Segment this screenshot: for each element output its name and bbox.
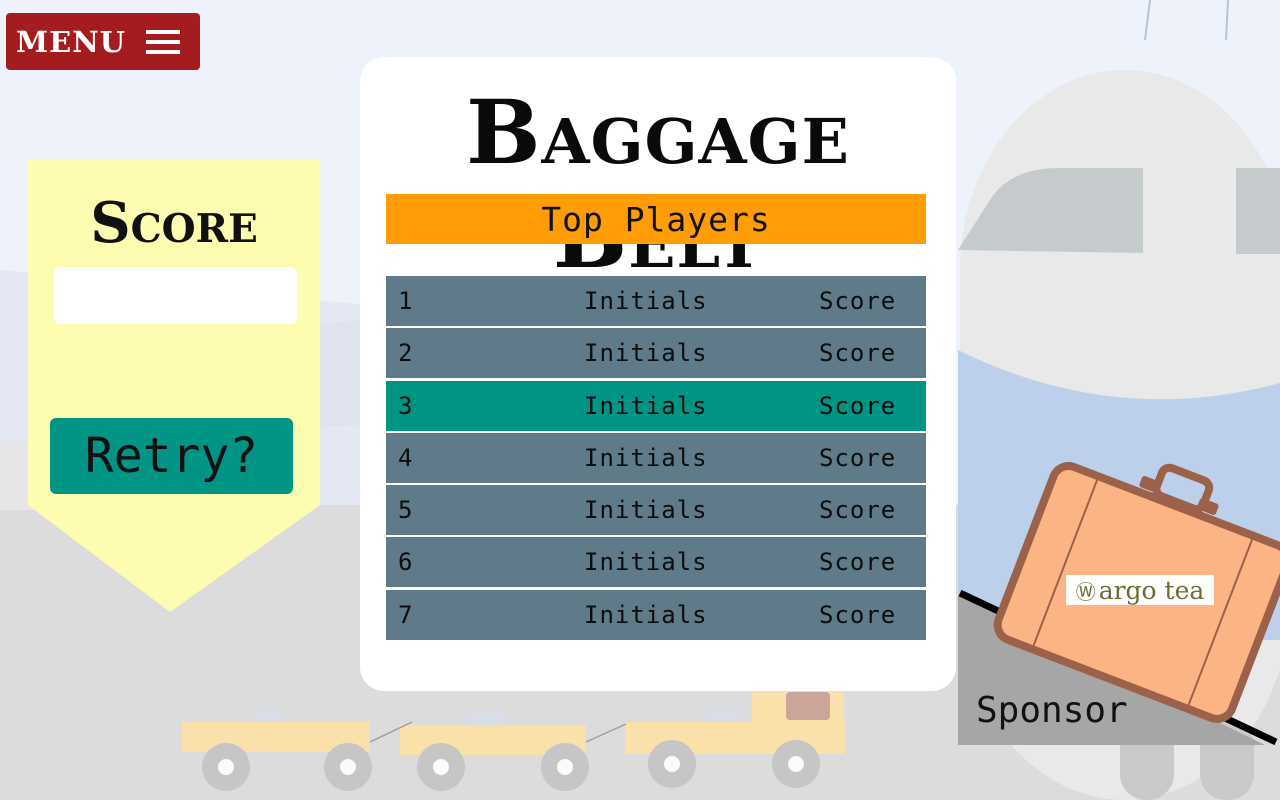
score-cell: Score xyxy=(819,339,897,368)
sponsor-label: Sponsor xyxy=(976,690,1128,731)
score-value-box xyxy=(54,267,297,324)
score-cell: Score xyxy=(819,496,897,525)
initials-cell: Initials xyxy=(584,339,708,368)
rank-cell: 3 xyxy=(398,391,413,420)
rank-cell: 1 xyxy=(398,287,413,315)
rank-cell: 2 xyxy=(398,339,413,368)
rank-cell: 5 xyxy=(398,496,413,525)
retry-button[interactable]: Retry? xyxy=(50,418,293,494)
sponsor-logo[interactable]: Ⓦ argo tea xyxy=(1066,575,1214,605)
score-title: Score xyxy=(90,190,258,256)
leaderboard-table: 1 Initials Score 2 Initials Score 3 Init… xyxy=(386,276,926,642)
score-cell: Score xyxy=(819,600,897,629)
score-cell: Score xyxy=(819,391,897,420)
leaderboard-row-2[interactable]: 2 Initials Score xyxy=(386,328,926,379)
top-players-header: Top Players xyxy=(386,194,926,244)
menu-label: MENU xyxy=(16,24,127,59)
initials-cell: Initials xyxy=(584,600,708,629)
initials-cell: Initials xyxy=(584,391,708,420)
rank-cell: 4 xyxy=(398,443,413,472)
menu-button[interactable]: MENU xyxy=(6,13,200,70)
rank-cell: 6 xyxy=(398,548,413,577)
score-cell: Score xyxy=(819,443,897,472)
leaderboard-row-4[interactable]: 4 Initials Score xyxy=(386,432,926,483)
initials-cell: Initials xyxy=(584,443,708,472)
leaderboard-row-3[interactable]: 3 Initials Score xyxy=(386,380,926,431)
hamburger-icon xyxy=(146,29,181,54)
initials-cell: Initials xyxy=(584,496,708,525)
rank-cell: 7 xyxy=(398,600,413,629)
sponsor-logo-text: argo tea xyxy=(1098,575,1205,605)
leaderboard-row-6[interactable]: 6 Initials Score xyxy=(386,537,926,588)
initials-cell: Initials xyxy=(584,287,708,315)
leaderboard-row-5[interactable]: 5 Initials Score xyxy=(386,485,926,536)
leaderboard-row-7[interactable]: 7 Initials Score xyxy=(386,589,926,640)
game-title: Baggage Belt xyxy=(466,80,850,288)
leaderboard-row-1[interactable]: 1 Initials Score xyxy=(386,276,926,326)
score-cell: Score xyxy=(819,548,897,577)
leaf-circle-icon: Ⓦ xyxy=(1075,579,1096,604)
initials-cell: Initials xyxy=(584,548,708,577)
score-cell: Score xyxy=(819,287,897,315)
